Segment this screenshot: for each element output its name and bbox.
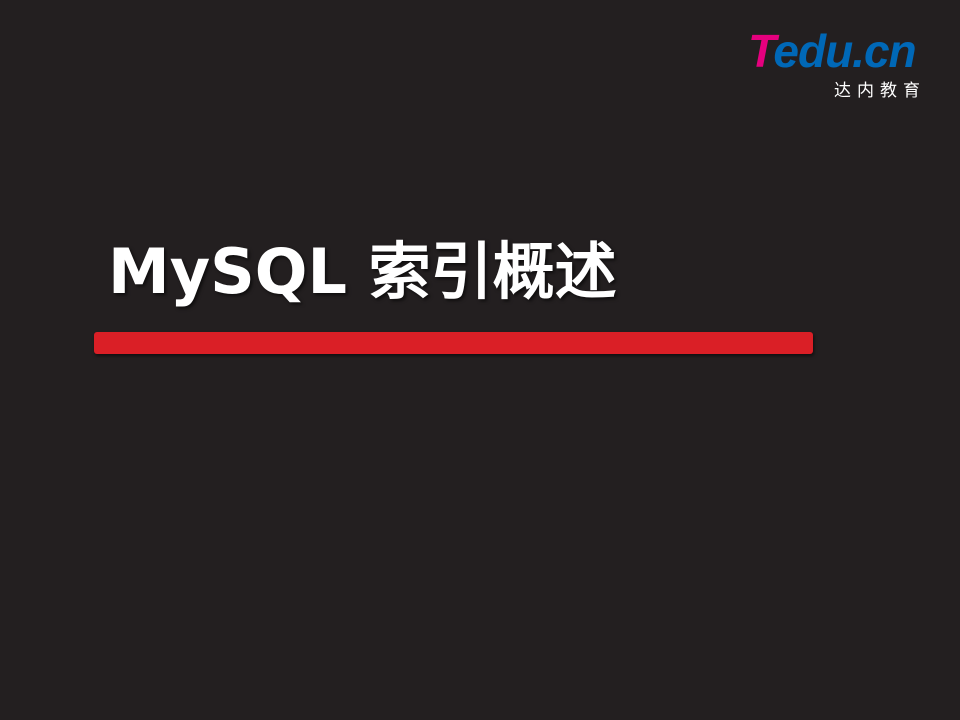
title-underline-bar <box>94 332 813 354</box>
slide-title: MySQL 索引概述 <box>108 235 617 308</box>
slide: Tedu.cn 达内教育 MySQL 索引概述 <box>0 0 960 720</box>
tedu-logo: Tedu.cn 达内教育 <box>748 25 930 101</box>
logo-wordmark-first: T <box>748 25 774 77</box>
logo-wordmark-rest: edu.cn <box>773 25 916 77</box>
logo-wordmark: Tedu.cn <box>748 25 917 77</box>
logo-subtitle: 达内教育 <box>834 81 926 101</box>
